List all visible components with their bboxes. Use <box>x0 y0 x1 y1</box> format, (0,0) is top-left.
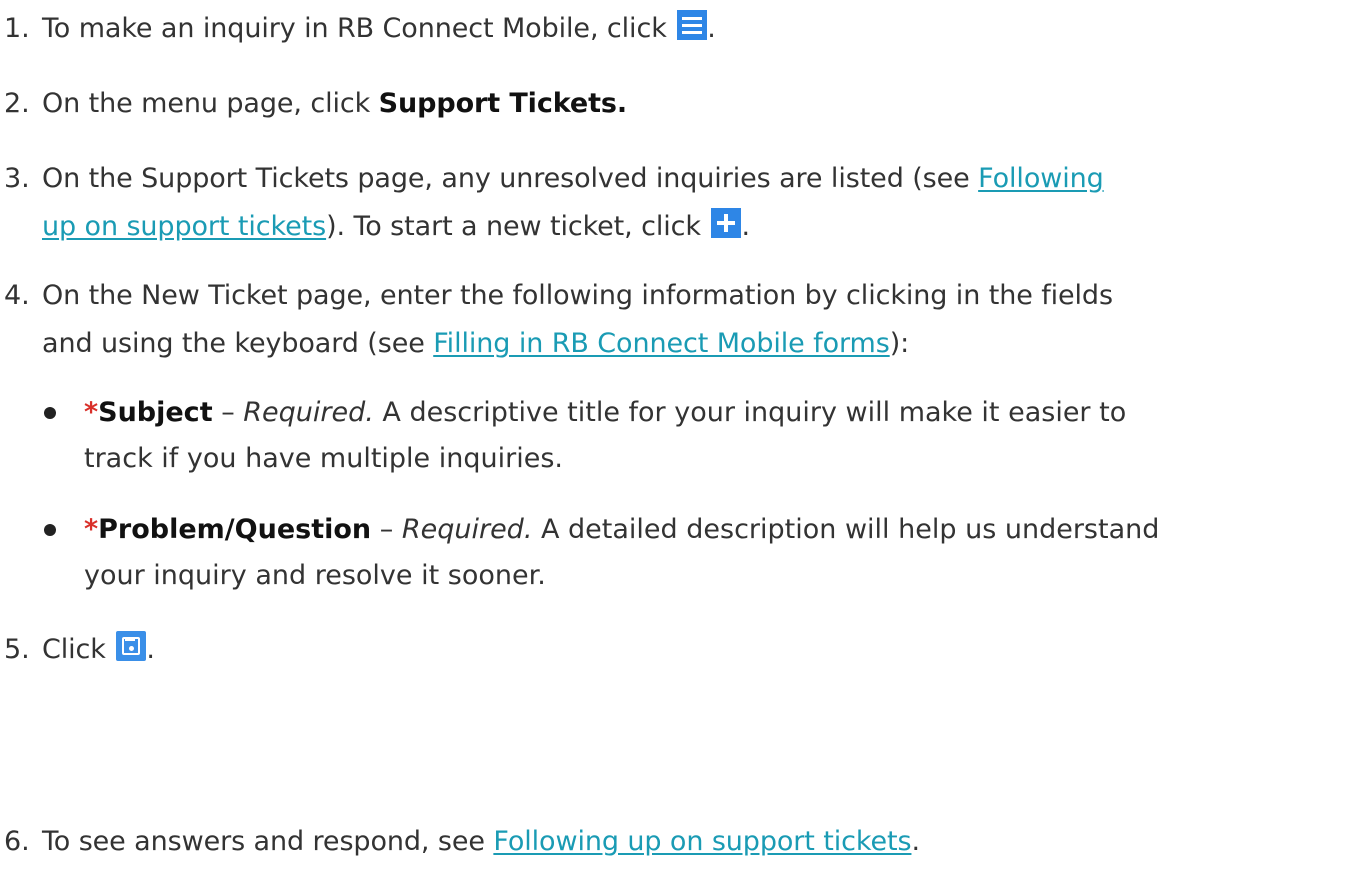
step-number: 4. <box>4 280 30 311</box>
field-label-problem-question: Problem/Question <box>98 514 372 545</box>
step-text-continued: and using the keyboard (see <box>42 328 434 359</box>
dash: – <box>371 514 402 545</box>
step-number: 1. <box>4 13 30 44</box>
bullet-dot <box>44 407 56 419</box>
step-punct: ): <box>889 328 910 359</box>
step-text: On the New Ticket page, enter the follow… <box>42 280 1113 311</box>
required-note: Required. <box>401 514 533 545</box>
step-text: On the menu page, click <box>42 88 379 119</box>
dash: – <box>212 397 244 428</box>
field-label-subject: Subject <box>98 397 213 428</box>
step-text: On the Support Tickets page, any unresol… <box>42 163 979 194</box>
step-number: 2. <box>4 88 30 119</box>
plus-icon <box>711 208 742 238</box>
step-4: 4. On the New Ticket page, enter the foll… <box>0 272 1368 368</box>
step-5: 5. Click . <box>0 626 1368 674</box>
menu-icon <box>677 10 708 40</box>
step-text: To see answers and respond, see <box>42 826 494 857</box>
save-icon <box>116 631 147 661</box>
following-up-link[interactable]: Following <box>978 163 1104 194</box>
step-punct: . <box>146 634 155 665</box>
step-number: 3. <box>4 163 30 194</box>
step-text: Click <box>42 634 115 665</box>
step-2: 2. On the menu page, click Support Ticket… <box>0 80 1368 128</box>
step-1: 1. To make an inquiry in RB Connect Mobil… <box>0 5 1368 53</box>
required-asterisk: * <box>84 397 99 428</box>
step-text-continued: ). To start a new ticket, click <box>326 211 710 242</box>
step-3: 3. On the Support Tickets page, any unres… <box>0 155 1368 251</box>
instructions-document: 1. To make an inquiry in RB Connect Mobil… <box>0 0 1370 882</box>
bullet-text-continued: your inquiry and resolve it sooner. <box>84 560 546 591</box>
step-punct: . <box>707 13 716 44</box>
required-note: Required. <box>243 397 374 428</box>
bullet-dot <box>44 524 56 536</box>
bullet-text-continued: track if you have multiple inquiries. <box>84 443 563 474</box>
step-number: 6. <box>4 826 30 857</box>
step-text: To make an inquiry in RB Connect Mobile,… <box>42 13 676 44</box>
bullet-problem-question: *Problem/Question – Required. A detailed… <box>0 507 1368 599</box>
following-up-link[interactable]: Following up on support tickets <box>493 826 911 857</box>
bullet-text: A descriptive title for your inquiry wil… <box>373 397 1127 428</box>
bullet-text: A detailed description will help us unde… <box>532 514 1160 545</box>
step-6: 6. To see answers and respond, see Follow… <box>0 818 1368 866</box>
support-tickets-label: Support Tickets. <box>378 88 628 119</box>
step-number: 5. <box>4 634 30 665</box>
required-asterisk: * <box>84 514 99 545</box>
step-punct: . <box>741 211 750 242</box>
step-punct: . <box>911 826 920 857</box>
following-up-link-continued[interactable]: up on support tickets <box>42 211 326 242</box>
bullet-subject: *Subject – Required. A descriptive title… <box>0 390 1368 482</box>
filling-forms-link[interactable]: Filling in RB Connect Mobile forms <box>433 328 890 359</box>
